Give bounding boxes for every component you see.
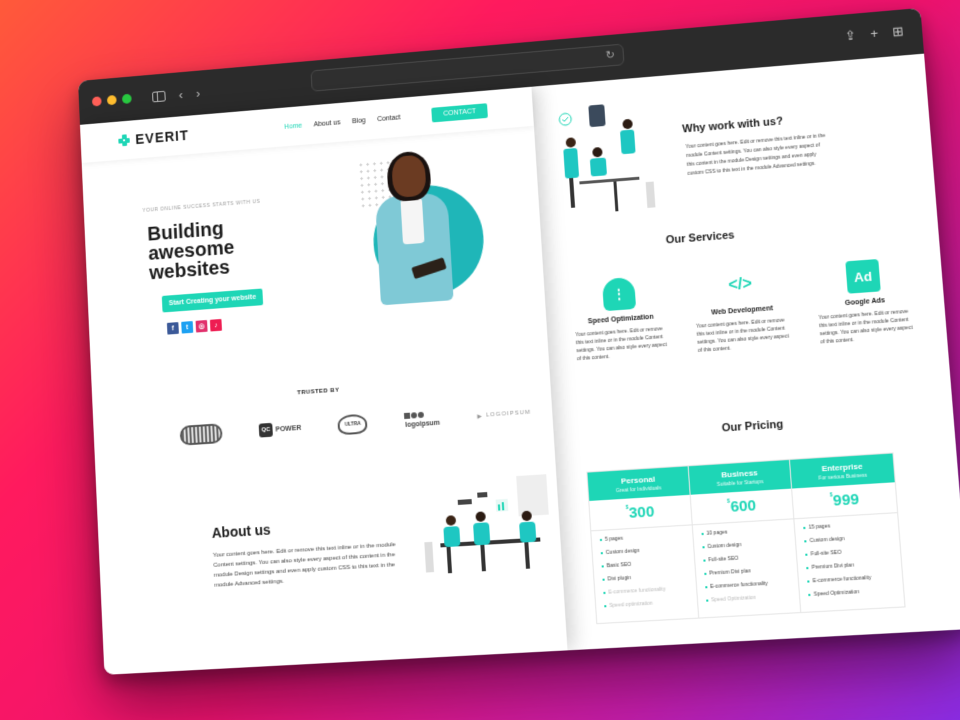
partner-logo-badge	[179, 423, 223, 446]
nav-about[interactable]: About us	[314, 119, 341, 128]
tab-overview-icon[interactable]: ⊞	[892, 23, 904, 40]
contact-button[interactable]: CONTACT	[431, 102, 489, 122]
hero-eyebrow: YOUR ONLINE SUCCESS STARTS WITH US	[142, 198, 261, 214]
tiktok-icon[interactable]: ♪	[209, 318, 223, 332]
plan-feature: 15 pages	[803, 520, 889, 531]
about-title: About us	[211, 521, 272, 541]
nav-contact[interactable]: Contact	[377, 114, 401, 123]
logo-mark-icon	[118, 134, 130, 147]
browser-window: ‹ › ↻ ⇪ + ⊞ EVERIT Home About us Blog Co…	[78, 7, 960, 675]
partner-logo-logoipsum: logoipsum	[404, 411, 440, 429]
service-text: Your content goes here. Edit or remove t…	[575, 326, 667, 363]
new-tab-icon[interactable]: +	[870, 26, 879, 43]
plan-feature: Custom design	[804, 533, 890, 544]
maximize-window-button[interactable]	[121, 93, 132, 105]
start-creating-button[interactable]: Start Creating your website	[161, 288, 264, 313]
page-content: EVERIT Home About us Blog Contact CONTAC…	[79, 53, 960, 675]
service-title: Speed Optimization	[587, 313, 654, 326]
background-stage: ‹ › ↻ ⇪ + ⊞ EVERIT Home About us Blog Co…	[0, 0, 960, 720]
plan-feature: E-commerce functionality	[807, 574, 894, 585]
site-logo[interactable]: EVERIT	[118, 127, 189, 148]
reload-icon[interactable]: ↻	[605, 48, 615, 62]
close-window-button[interactable]	[91, 96, 102, 107]
plan-feature: Speed Optimization	[706, 593, 792, 604]
plan-feature: E-commerce functionality	[705, 579, 791, 590]
service-card: </> Web Development Your content goes he…	[692, 266, 792, 355]
page-left: EVERIT Home About us Blog Contact CONTAC…	[79, 86, 568, 675]
facebook-icon[interactable]: f	[166, 322, 179, 335]
plan-features: 15 pages Custom design Full-site SEO Premiu…	[795, 513, 905, 612]
service-title: Google Ads	[844, 297, 886, 308]
plan-feature: Divi plugin	[602, 572, 687, 583]
plan-features: 5 pages Custom design Basic SEO Divi plugin…	[591, 525, 698, 623]
service-text: Your content goes here. Edit or remove t…	[696, 317, 790, 354]
plan-feature: Premium Divi plan	[806, 560, 892, 571]
main-nav: Home About us Blog Contact CONTACT	[284, 102, 489, 134]
plan-feature: Full-site SEO	[805, 547, 891, 558]
gauge-icon: ⋮	[601, 276, 637, 312]
service-card: Ad Google Ads Your content goes here. Ed…	[815, 257, 916, 347]
nav-home[interactable]: Home	[284, 122, 302, 130]
plan-feature: Speed optimization	[604, 599, 689, 610]
social-links: f t ◎ ♪	[166, 318, 223, 335]
services-list: ⋮ Speed Optimization Your content goes h…	[572, 257, 916, 364]
trusted-logos: QC POWER ULTRA logoipsum ▶ LOGOIPSUM	[179, 403, 532, 446]
ad-icon: Ad	[845, 258, 881, 294]
plan-feature: Premium Divi plan	[704, 566, 789, 577]
plan-business: Business Suitable for Startups $600 10 p…	[688, 459, 802, 618]
plan-feature: E-commerce functionality	[603, 585, 688, 596]
plan-feature: 10 pages	[701, 526, 786, 537]
brand-name: EVERIT	[134, 127, 190, 148]
plan-feature: 5 pages	[600, 532, 684, 543]
plan-features: 10 pages Custom design Full-site SEO Premiu…	[692, 519, 800, 617]
partner-logo-qc: QC POWER	[258, 421, 302, 438]
pricing-title: Our Pricing	[721, 418, 784, 435]
service-text: Your content goes here. Edit or remove t…	[818, 308, 913, 346]
nav-blog[interactable]: Blog	[352, 117, 366, 125]
team-meeting-illustration	[424, 474, 549, 574]
forward-icon[interactable]: ›	[196, 85, 201, 100]
plan-feature: Custom design	[702, 539, 787, 550]
code-icon: </>	[727, 275, 753, 295]
minimize-window-button[interactable]	[106, 94, 117, 106]
sidebar-icon[interactable]	[152, 90, 166, 102]
plan-feature: Full-site SEO	[703, 553, 788, 564]
why-title: Why work with us?	[681, 115, 784, 136]
partner-logo-ultra: ULTRA	[337, 413, 369, 436]
hero-section: YOUR ONLINE SUCCESS STARTS WITH US Build…	[82, 126, 549, 395]
portrait-shirt	[400, 197, 425, 245]
hero-headline: Building awesome websites	[146, 218, 235, 285]
plan-enterprise: Enterprise For serious Business $999 15 …	[790, 453, 904, 611]
why-text: Your content goes here. Edit or remove t…	[685, 132, 826, 177]
services-title: Our Services	[665, 229, 735, 247]
plan-feature: Speed Optimization	[808, 587, 895, 598]
plan-personal: Personal Great for Individuals $300 5 pa…	[587, 466, 699, 624]
back-icon[interactable]: ‹	[178, 87, 183, 102]
about-text: Your content goes here. Edit or remove t…	[212, 542, 396, 589]
page-right: Why work with us? Your content goes here…	[531, 53, 960, 651]
portrait-face	[391, 154, 427, 199]
twitter-icon[interactable]: t	[181, 321, 194, 334]
instagram-icon[interactable]: ◎	[195, 319, 208, 333]
pricing-table: Personal Great for Individuals $300 5 pa…	[586, 452, 906, 625]
plan-feature: Basic SEO	[601, 559, 685, 570]
teamwork-illustration	[548, 104, 656, 212]
service-card: ⋮ Speed Optimization Your content goes h…	[572, 275, 670, 364]
service-title: Web Development	[711, 305, 774, 317]
plan-feature: Custom design	[601, 545, 685, 556]
partner-logo-logoipsum-light: ▶ LOGOIPSUM	[477, 409, 532, 420]
share-icon[interactable]: ⇪	[844, 27, 856, 44]
